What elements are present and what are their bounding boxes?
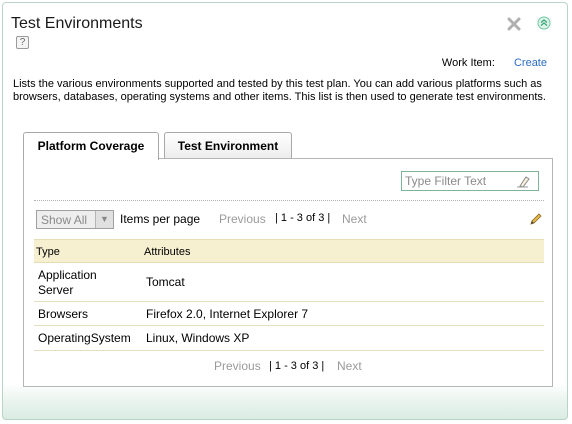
- platform-coverage-panel: Show All ▼ Items per page Previous | 1 -…: [23, 158, 553, 387]
- pencil-edit-icon[interactable]: [528, 211, 544, 227]
- row-type: Application Server: [38, 268, 97, 298]
- filter-input[interactable]: [402, 172, 514, 190]
- collapse-icon[interactable]: [537, 16, 551, 30]
- previous-page-link[interactable]: Previous: [214, 359, 261, 373]
- page-range: | 1 - 3 of 3 |: [269, 360, 325, 372]
- eraser-icon[interactable]: [516, 175, 530, 188]
- row-type-line1: Application: [38, 268, 97, 282]
- next-page-link[interactable]: Next: [337, 359, 362, 373]
- items-per-page-select[interactable]: Show All ▼: [36, 210, 114, 229]
- work-item-bar: Work Item: Create: [442, 57, 547, 69]
- row-attributes: Linux, Windows XP: [146, 331, 250, 345]
- tab-platform-coverage[interactable]: Platform Coverage: [23, 132, 159, 160]
- row-attributes: Tomcat: [146, 275, 185, 289]
- tab-test-environment[interactable]: Test Environment: [164, 132, 292, 159]
- column-header-type: Type: [36, 246, 60, 258]
- column-header-attributes: Attributes: [144, 246, 191, 258]
- close-icon[interactable]: [507, 17, 521, 31]
- divider: [34, 200, 544, 201]
- page-range: | 1 - 3 of 3 |: [275, 212, 331, 224]
- help-icon[interactable]: ?: [16, 36, 29, 49]
- table-row[interactable]: OperatingSystem Linux, Windows XP: [34, 326, 544, 351]
- work-item-label: Work Item:: [441, 57, 495, 69]
- test-environments-widget: Test Environments ? Work Item: Create Li…: [2, 2, 568, 420]
- table-row[interactable]: Application Server Tomcat: [34, 263, 544, 302]
- row-attributes: Firefox 2.0, Internet Explorer 7: [146, 307, 309, 321]
- widget-title: Test Environments: [11, 15, 143, 32]
- row-type-line2: Server: [38, 283, 74, 297]
- previous-page-link[interactable]: Previous: [219, 212, 266, 226]
- filter-box: [401, 171, 539, 191]
- widget-description: Lists the various environments supported…: [13, 78, 546, 103]
- row-type: Browsers: [38, 307, 89, 321]
- table-row[interactable]: Browsers Firefox 2.0, Internet Explorer …: [34, 302, 544, 326]
- row-type: OperatingSystem: [38, 331, 131, 345]
- items-per-page-value: Show All: [41, 213, 88, 227]
- pager-top: Show All ▼ Items per page Previous | 1 -…: [36, 210, 544, 230]
- create-work-item-link[interactable]: Create: [514, 57, 547, 69]
- chevron-down-icon[interactable]: ▼: [95, 211, 113, 228]
- items-per-page-label: Items per page: [120, 212, 201, 226]
- coverage-table: Type Attributes Application Server Tomca…: [34, 239, 544, 351]
- table-header: Type Attributes: [34, 239, 544, 263]
- next-page-link[interactable]: Next: [342, 212, 367, 226]
